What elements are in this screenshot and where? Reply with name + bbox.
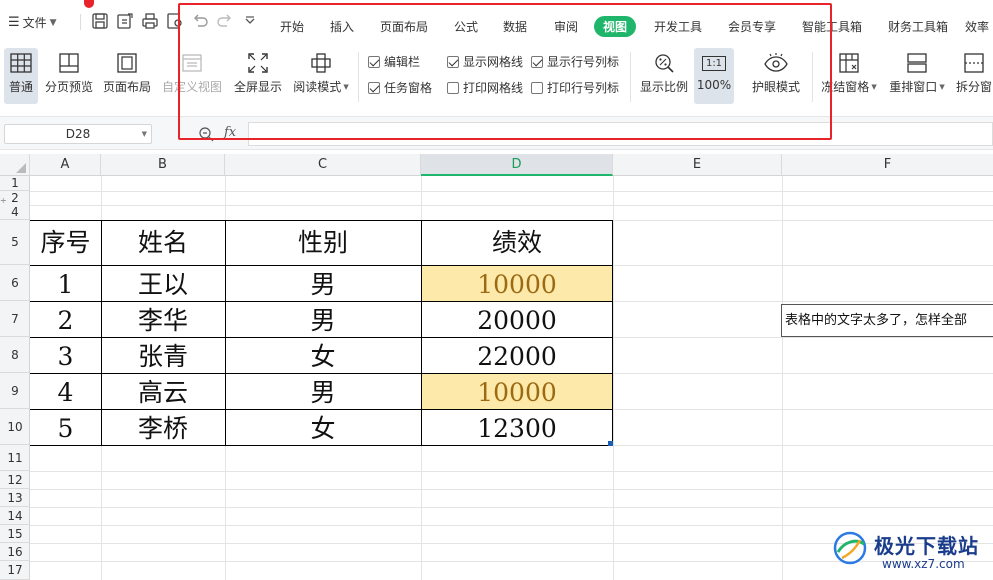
print-icon[interactable]: [141, 12, 159, 30]
split-window-label: 拆分窗: [955, 80, 992, 94]
export-pdf-icon[interactable]: [116, 12, 134, 30]
normal-view-button[interactable]: 普通: [4, 48, 38, 104]
row-header[interactable]: 8: [0, 337, 30, 373]
table-cell[interactable]: 12300: [421, 410, 613, 445]
page-layout-icon: [117, 53, 137, 73]
hidden-rows-icon[interactable]: ÷: [0, 196, 7, 205]
column-header-a[interactable]: A: [30, 154, 101, 176]
row-header[interactable]: 6: [0, 265, 30, 301]
name-box-value: D28: [65, 127, 91, 141]
row-header[interactable]: 10: [0, 409, 30, 445]
page-layout-view-button[interactable]: 页面布局: [102, 48, 152, 104]
row-header[interactable]: 1: [0, 176, 30, 191]
chevron-down-icon: ▼: [939, 82, 945, 91]
select-all-icon: [16, 163, 26, 173]
table-header-cell[interactable]: 姓名: [101, 221, 225, 265]
table-cell[interactable]: 高云: [101, 374, 225, 409]
row-header[interactable]: 11: [0, 445, 30, 471]
tab-efficiency[interactable]: 效率: [965, 18, 989, 35]
column-header-c[interactable]: C: [225, 154, 421, 176]
column-header-e[interactable]: E: [613, 154, 782, 176]
save-icon[interactable]: [91, 12, 109, 30]
table-cell[interactable]: 10000: [421, 266, 613, 301]
table-cell[interactable]: 张青: [101, 338, 225, 373]
row-header[interactable]: 14: [0, 507, 30, 525]
name-box[interactable]: D28 ▼: [4, 124, 152, 144]
table-header-cell[interactable]: 序号: [30, 221, 101, 265]
page-break-preview-label: 分页预览: [44, 80, 93, 94]
split-window-button[interactable]: 拆分窗: [952, 48, 993, 104]
table-cell[interactable]: 女: [225, 338, 421, 373]
row-header[interactable]: 16: [0, 543, 30, 561]
table-cell[interactable]: 22000: [421, 338, 613, 373]
table-cell[interactable]: 10000: [421, 374, 613, 409]
file-menu[interactable]: ☰ 文件 ▼: [8, 14, 57, 31]
row-header[interactable]: 12: [0, 471, 30, 489]
table-header-cell[interactable]: 绩效: [421, 221, 613, 265]
normal-view-label: 普通: [8, 80, 33, 94]
split-window-icon: [964, 53, 984, 73]
table-cell[interactable]: 女: [225, 410, 421, 445]
arrange-windows-label: 重排窗口: [889, 80, 938, 94]
file-menu-label: 文件: [22, 16, 47, 30]
row-header[interactable]: 9: [0, 373, 30, 409]
chevron-down-icon: ▼: [871, 82, 877, 91]
watermark-logo-icon: [833, 531, 867, 565]
arrange-windows-icon: [907, 53, 927, 73]
table-cell[interactable]: 男: [225, 266, 421, 301]
row-header[interactable]: 4: [0, 205, 30, 220]
table-cell[interactable]: 李华: [101, 302, 225, 337]
chevron-down-icon: ▼: [141, 130, 147, 138]
hamburger-icon: ☰: [8, 15, 20, 30]
column-headers: A B C D E F: [0, 154, 993, 176]
table-cell[interactable]: 3: [30, 338, 101, 373]
arrange-windows-button[interactable]: 重排窗口 ▼: [888, 48, 946, 104]
row-header[interactable]: 13: [0, 489, 30, 507]
table-cell[interactable]: 李桥: [101, 410, 225, 445]
page-break-preview-button[interactable]: 分页预览: [44, 48, 94, 104]
app-logo-icon: [84, 0, 94, 8]
row-header[interactable]: 17: [0, 561, 30, 580]
tab-finance-toolbox[interactable]: 财务工具箱: [888, 18, 948, 35]
table-header-cell[interactable]: 性别: [225, 221, 421, 265]
row-headers: 1 2 ÷ 4 5 6 7 8 9 10 11 12 13 14 15 16 1…: [0, 176, 30, 580]
table-cell[interactable]: 2: [30, 302, 101, 337]
freeze-panes-icon: [839, 53, 859, 73]
column-header-f[interactable]: F: [782, 154, 993, 176]
column-header-d[interactable]: D: [421, 154, 613, 176]
page-layout-view-label: 页面布局: [102, 80, 151, 94]
column-header-b[interactable]: B: [101, 154, 225, 176]
table-cell[interactable]: 4: [30, 374, 101, 409]
table-cell[interactable]: 5: [30, 410, 101, 445]
watermark-title: 极光下载站: [874, 534, 979, 558]
row-header[interactable]: 15: [0, 525, 30, 543]
table-cell[interactable]: 20000: [421, 302, 613, 337]
row-header[interactable]: 5: [0, 220, 30, 265]
watermark-url: www.xz7.com: [882, 557, 965, 571]
table-cell[interactable]: 男: [225, 302, 421, 337]
row-header[interactable]: 7: [0, 301, 30, 337]
chevron-down-icon: ▼: [49, 17, 57, 28]
table-cell[interactable]: 1: [30, 266, 101, 301]
table-cell[interactable]: 男: [225, 374, 421, 409]
spreadsheet-window: ☰ 文件 ▼ 开始 插入 页面布局 公式 数据 审阅 视图 开发工具 会员专享 …: [0, 0, 993, 580]
grid-view-icon: [10, 53, 32, 73]
table-cell[interactable]: 王以: [101, 266, 225, 301]
overflow-text-cell[interactable]: 表格中的文字太多了，怎样全部: [781, 304, 993, 337]
page-break-icon: [59, 53, 79, 73]
select-all-corner[interactable]: [0, 154, 30, 176]
annotation-highlight-box: [178, 3, 832, 140]
site-watermark: 极光下载站 www.xz7.com: [832, 528, 992, 574]
